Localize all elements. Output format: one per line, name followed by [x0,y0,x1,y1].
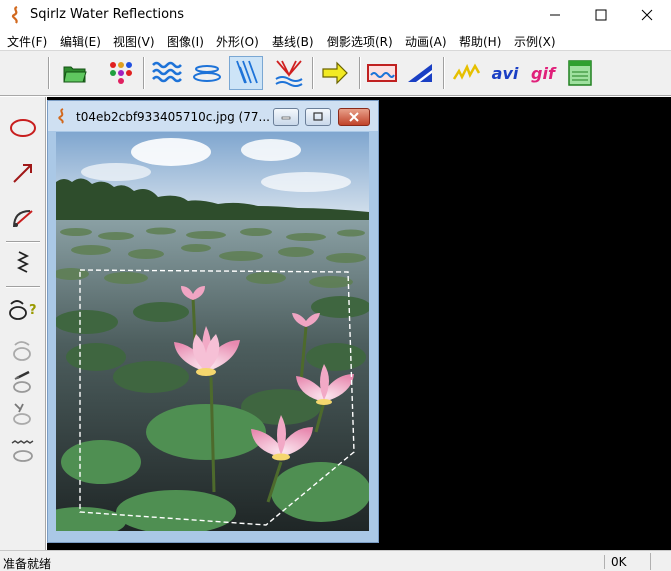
toolbar-separator [312,57,314,89]
shape-ripple-tool[interactable] [4,435,42,467]
toolbar-separator [443,57,445,89]
splash-button[interactable] [272,56,306,90]
green-window-button[interactable] [563,56,597,90]
title-bar: Sqirlz Water Reflections [0,0,671,30]
green-window-icon [568,60,592,86]
waves-button[interactable] [150,56,184,90]
rain-button[interactable] [229,56,263,90]
document-title: t04eb2cbf933405710c.jpg (77... [76,110,270,124]
waves-icon [152,61,182,83]
restore-icon [313,112,323,121]
maximize-button[interactable] [578,0,624,30]
minimize-icon [550,14,560,16]
shape-wave-icon [13,341,31,361]
menu-examples[interactable]: 示例(X) [514,33,556,50]
shape-brush-tool[interactable] [4,397,42,429]
menu-view[interactable]: 视图(V) [113,33,155,50]
ellipse-icon [10,119,36,137]
shape-wave-tool[interactable] [4,333,42,365]
arc-tool[interactable] [4,202,42,234]
sparkle-icon [452,63,481,80]
close-icon [349,112,359,122]
document-icon [58,108,64,124]
document-minimize-button[interactable] [273,108,299,126]
image-canvas[interactable] [56,132,369,531]
ripples-icon [193,65,221,82]
gif-label: gif [531,63,555,83]
app-logo-icon [11,6,18,24]
colored-dots-button[interactable] [104,56,138,90]
svg-text:?: ? [29,303,37,318]
gif-button[interactable]: gif [526,56,560,90]
tool-palette: ? [0,97,46,550]
palette-separator [6,241,40,243]
resize-grip[interactable] [650,553,668,570]
shape-pencil-icon [13,370,31,393]
splash-icon [275,60,303,87]
document-titlebar[interactable]: t04eb2cbf933405710c.jpg (77... [48,101,378,131]
document-window: t04eb2cbf933405710c.jpg (77... [47,100,379,543]
status-text: 准备就绪 [3,557,52,571]
perspective-icon [408,64,432,82]
shape-brush-icon [13,403,31,425]
shape-pencil-tool[interactable] [4,365,42,397]
frame-icon [367,64,397,82]
menu-animation[interactable]: 动画(A) [405,33,447,50]
close-button[interactable] [624,0,670,30]
perspective-button[interactable] [404,56,438,90]
shape-help-tool[interactable]: ? [4,293,42,325]
maximize-icon [595,9,607,21]
avi-label: avi [491,63,519,83]
document-restore-button[interactable] [305,108,331,126]
open-button[interactable] [58,56,92,90]
menu-image[interactable]: 图像(I) [167,33,204,50]
menu-shape[interactable]: 外形(O) [216,33,259,50]
zigzag-icon [16,251,30,273]
zigzag-tool[interactable] [4,247,42,279]
ellipse-tool[interactable] [4,112,42,144]
arrow-tool[interactable] [4,157,42,189]
palette-separator [6,286,40,288]
apply-button[interactable] [318,56,352,90]
toolbar-separator [48,57,50,89]
shape-ripple-icon [11,440,34,462]
avi-button[interactable]: avi [488,56,522,90]
toolbar-separator [143,57,145,89]
sparkle-button[interactable] [450,56,484,90]
menu-bar: 文件(F) 编辑(E) 视图(V) 图像(I) 外形(O) 基线(B) 倒影选项… [0,30,671,50]
menu-file[interactable]: 文件(F) [7,33,47,50]
status-bar: 准备就绪 0K [0,550,671,571]
folder-open-icon [63,66,87,83]
status-size: 0K [604,555,646,569]
window-title: Sqirlz Water Reflections [30,7,185,22]
arrow-diagonal-icon [13,164,32,183]
minimize-button[interactable] [532,0,578,30]
shape-help-icon: ? [9,300,37,320]
arc-tool-icon [13,210,33,228]
menu-help[interactable]: 帮助(H) [459,33,501,50]
arrow-right-icon [322,61,348,85]
menu-edit[interactable]: 编辑(E) [60,33,101,50]
ripples-button[interactable] [190,56,224,90]
close-icon [641,9,653,21]
minimize-icon [281,116,291,120]
colored-dots-icon [110,62,132,84]
document-close-button[interactable] [338,108,370,126]
menu-reflection[interactable]: 倒影选项(R) [327,33,393,50]
lotus-pond-photo [56,132,369,531]
toolbar-separator [359,57,361,89]
frame-button[interactable] [365,56,399,90]
menu-baseline[interactable]: 基线(B) [272,33,314,50]
toolbar: avi gif [0,50,671,96]
rain-icon [236,60,258,84]
